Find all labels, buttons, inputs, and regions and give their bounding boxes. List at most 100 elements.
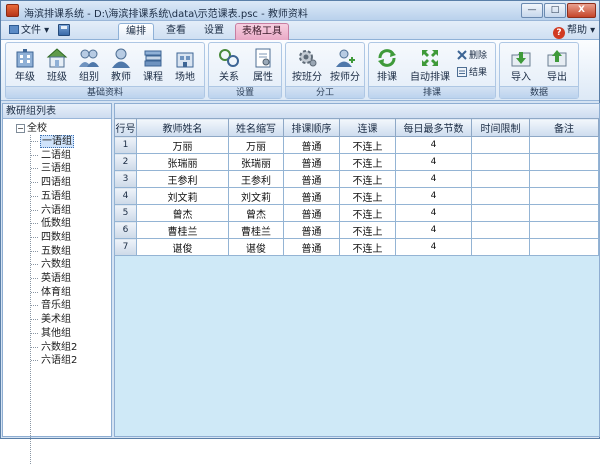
relation-button[interactable]: 关系 — [213, 45, 245, 87]
column-header[interactable]: 行号 — [114, 118, 137, 137]
auto-schedule-button[interactable]: 自动排课 — [405, 45, 455, 87]
tree-item-group[interactable]: 其他组 — [31, 327, 71, 340]
class-button[interactable]: 班级 — [42, 45, 72, 87]
time-limit-cell[interactable] — [471, 238, 530, 256]
tree-item-group[interactable]: 低数组 — [31, 217, 71, 230]
row-number-cell[interactable]: 6 — [114, 221, 137, 239]
table-row[interactable]: 5 曾杰 曾杰 普通 不连上 4 — [114, 204, 599, 222]
maximize-button[interactable]: □ — [544, 3, 566, 18]
name-abbr-cell[interactable]: 曾杰 — [228, 204, 284, 222]
close-button[interactable]: X — [567, 3, 596, 18]
name-abbr-cell[interactable]: 张瑞丽 — [228, 153, 284, 171]
tree-item-group[interactable]: 五数组 — [31, 245, 71, 258]
by-teacher-button[interactable]: 按师分 — [326, 45, 364, 87]
row-number-cell[interactable]: 5 — [114, 204, 137, 222]
site-button[interactable]: 场地 — [170, 45, 200, 87]
note-cell[interactable] — [529, 170, 599, 188]
help-button[interactable]: ? 帮助 ▾ — [553, 23, 595, 39]
teacher-name-cell[interactable]: 万丽 — [136, 136, 229, 154]
tab-table-tools[interactable]: 表格工具 — [235, 23, 289, 40]
teacher-name-cell[interactable]: 张瑞丽 — [136, 153, 229, 171]
daily-max-cell[interactable]: 4 — [395, 238, 472, 256]
time-limit-cell[interactable] — [471, 170, 530, 188]
schedule-order-cell[interactable]: 普通 — [283, 153, 340, 171]
note-cell[interactable] — [529, 187, 599, 205]
note-cell[interactable] — [529, 153, 599, 171]
tree-item-group[interactable]: 体育组 — [31, 286, 71, 299]
note-cell[interactable] — [529, 238, 599, 256]
teacher-name-cell[interactable]: 曹桂兰 — [136, 221, 229, 239]
consecutive-cell[interactable]: 不连上 — [339, 187, 396, 205]
row-number-cell[interactable]: 7 — [114, 238, 137, 256]
tab-settings[interactable]: 设置 — [197, 23, 231, 40]
row-number-cell[interactable]: 4 — [114, 187, 137, 205]
tree-item-group[interactable]: 六语组2 — [31, 354, 77, 367]
daily-max-cell[interactable]: 4 — [395, 187, 472, 205]
note-cell[interactable] — [529, 221, 599, 239]
tree-item-group[interactable]: 美术组 — [31, 313, 71, 326]
file-menu-button[interactable]: 文件 ▾ — [6, 23, 52, 38]
column-header[interactable]: 排课顺序 — [283, 118, 340, 137]
note-cell[interactable] — [529, 204, 599, 222]
column-header[interactable]: 每日最多节数 — [395, 118, 472, 137]
time-limit-cell[interactable] — [471, 136, 530, 154]
tree-item-group[interactable]: 四语组 — [31, 176, 71, 189]
tree-item-group[interactable]: 五语组 — [31, 190, 71, 203]
row-number-cell[interactable]: 2 — [114, 153, 137, 171]
teacher-name-cell[interactable]: 刘文莉 — [136, 187, 229, 205]
collapse-icon[interactable]: − — [16, 124, 25, 133]
table-row[interactable]: 4 刘文莉 刘文莉 普通 不连上 4 — [114, 187, 599, 205]
table-row[interactable]: 3 王参利 王参利 普通 不连上 4 — [114, 170, 599, 188]
teacher-name-cell[interactable]: 谌俊 — [136, 238, 229, 256]
name-abbr-cell[interactable]: 刘文莉 — [228, 187, 284, 205]
consecutive-cell[interactable]: 不连上 — [339, 136, 396, 154]
tree-item-group[interactable]: 一语组 — [31, 135, 74, 148]
consecutive-cell[interactable]: 不连上 — [339, 204, 396, 222]
time-limit-cell[interactable] — [471, 153, 530, 171]
column-header[interactable]: 时间限制 — [471, 118, 530, 137]
teacher-name-cell[interactable]: 曾杰 — [136, 204, 229, 222]
name-abbr-cell[interactable]: 万丽 — [228, 136, 284, 154]
delete-button[interactable]: 删除 — [457, 49, 487, 63]
column-header[interactable]: 姓名缩写 — [228, 118, 284, 137]
save-icon[interactable] — [58, 24, 70, 36]
time-limit-cell[interactable] — [471, 221, 530, 239]
group-button[interactable]: 组别 — [74, 45, 104, 87]
row-number-cell[interactable]: 1 — [114, 136, 137, 154]
schedule-order-cell[interactable]: 普通 — [283, 238, 340, 256]
schedule-order-cell[interactable]: 普通 — [283, 187, 340, 205]
column-header[interactable]: 教师姓名 — [136, 118, 229, 137]
schedule-order-cell[interactable]: 普通 — [283, 204, 340, 222]
table-row[interactable]: 1 万丽 万丽 普通 不连上 4 — [114, 136, 599, 154]
tab-arrange[interactable]: 编排 — [118, 23, 154, 40]
consecutive-cell[interactable]: 不连上 — [339, 153, 396, 171]
consecutive-cell[interactable]: 不连上 — [339, 170, 396, 188]
tree-item-group[interactable]: 六语组 — [31, 204, 71, 217]
schedule-order-cell[interactable]: 普通 — [283, 221, 340, 239]
teacher-name-cell[interactable]: 王参利 — [136, 170, 229, 188]
table-row[interactable]: 7 谌俊 谌俊 普通 不连上 4 — [114, 238, 599, 256]
course-button[interactable]: 课程 — [138, 45, 168, 87]
note-cell[interactable] — [529, 136, 599, 154]
tree-item-group[interactable]: 六数组 — [31, 258, 71, 271]
column-header[interactable]: 连课 — [339, 118, 396, 137]
minimize-button[interactable]: — — [521, 3, 543, 18]
teacher-button[interactable]: 教师 — [106, 45, 136, 87]
schedule-button[interactable]: 排课 — [371, 45, 403, 87]
daily-max-cell[interactable]: 4 — [395, 221, 472, 239]
result-button[interactable]: 结果 — [457, 66, 487, 80]
table-row[interactable]: 2 张瑞丽 张瑞丽 普通 不连上 4 — [114, 153, 599, 171]
schedule-order-cell[interactable]: 普通 — [283, 136, 340, 154]
property-button[interactable]: 属性 — [247, 45, 279, 87]
import-button[interactable]: 导入 — [504, 45, 538, 87]
name-abbr-cell[interactable]: 谌俊 — [228, 238, 284, 256]
consecutive-cell[interactable]: 不连上 — [339, 221, 396, 239]
by-class-button[interactable]: 按班分 — [288, 45, 326, 87]
tree-root-whole-school[interactable]: − 全校 — [16, 122, 47, 135]
name-abbr-cell[interactable]: 曹桂兰 — [228, 221, 284, 239]
name-abbr-cell[interactable]: 王参利 — [228, 170, 284, 188]
export-button[interactable]: 导出 — [540, 45, 574, 87]
column-header[interactable]: 备注 — [529, 118, 599, 137]
tree-item-group[interactable]: 四数组 — [31, 231, 71, 244]
row-number-cell[interactable]: 3 — [114, 170, 137, 188]
